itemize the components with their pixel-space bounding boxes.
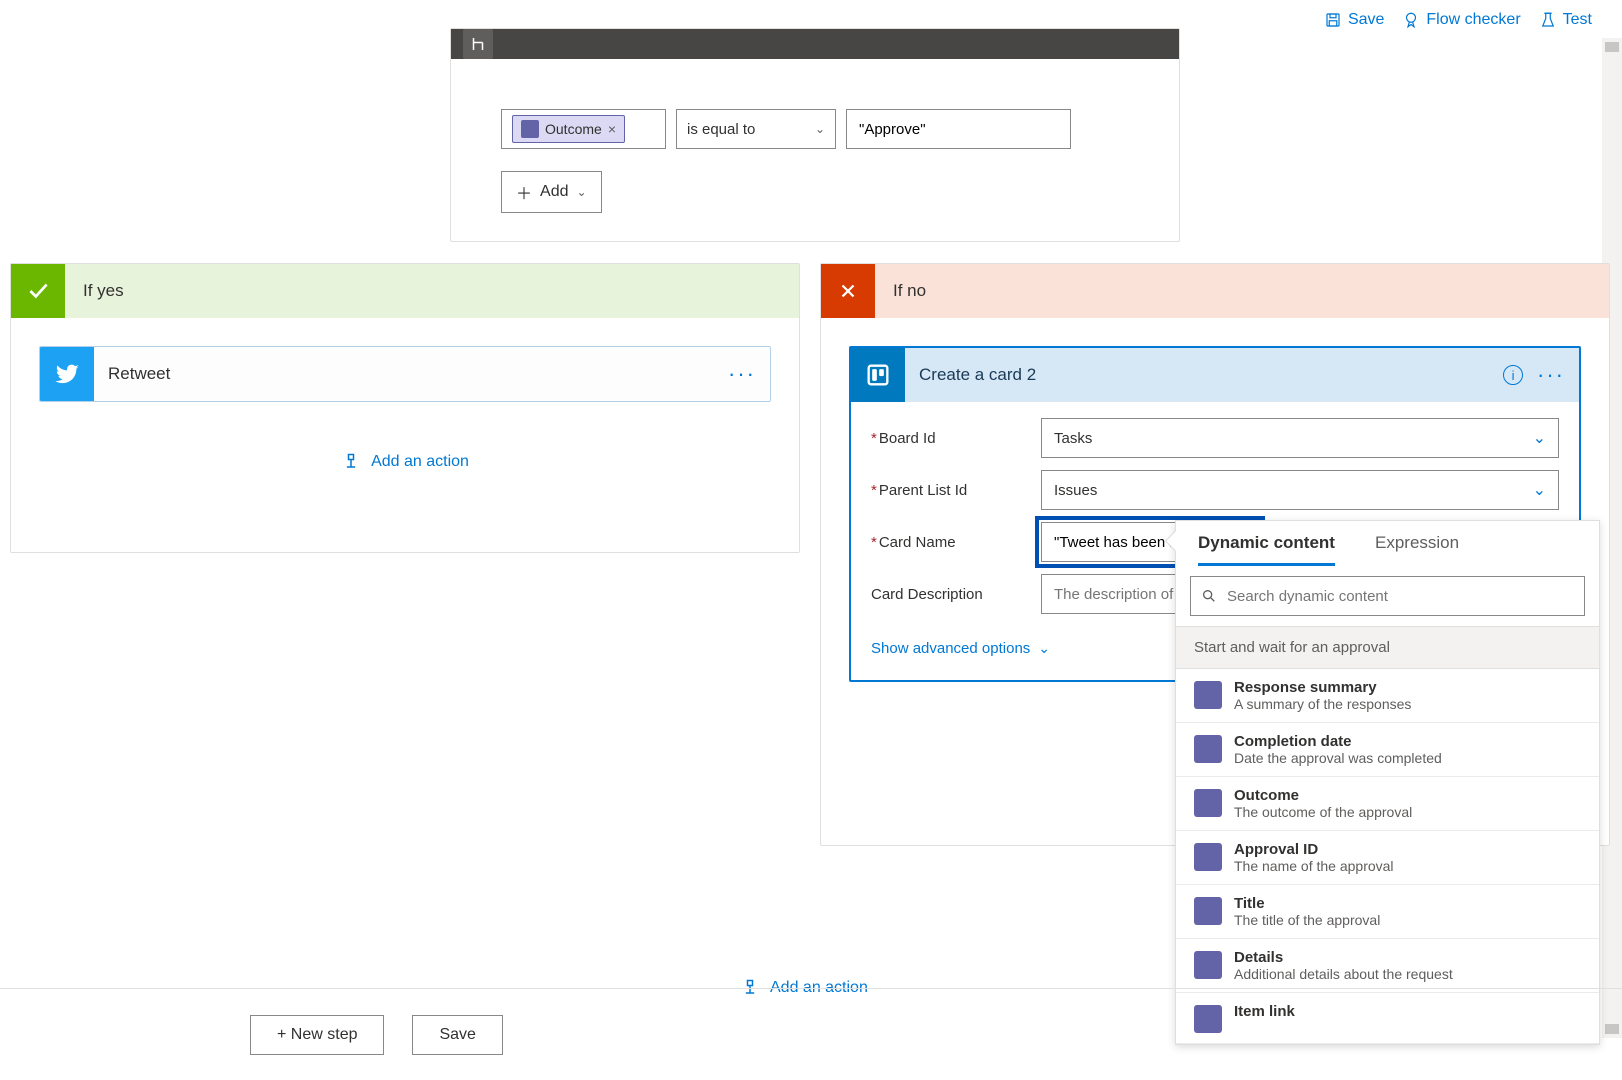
retweet-title: Retweet [108, 364, 170, 384]
condition-value-input[interactable] [846, 109, 1071, 149]
approval-icon [1194, 789, 1222, 817]
approval-icon [1194, 735, 1222, 763]
board-id-select[interactable]: Tasks ⌄ [1041, 418, 1559, 458]
create-card-title: Create a card 2 [919, 365, 1036, 385]
bottom-bar: + New step Save [0, 988, 1622, 1080]
condition-header[interactable] [451, 29, 1179, 59]
dc-item-desc: Additional details about the request [1234, 966, 1453, 982]
test-label: Test [1563, 11, 1592, 29]
token-label: Outcome [545, 121, 602, 137]
board-id-value: Tasks [1054, 430, 1092, 447]
dc-item[interactable]: Completion dateDate the approval was com… [1176, 723, 1599, 777]
top-toolbar: Save Flow checker Test [1324, 0, 1622, 40]
flow-checker-button[interactable]: Flow checker [1402, 11, 1520, 29]
retweet-action-card[interactable]: Retweet ··· [39, 346, 771, 402]
condition-row: Outcome × is equal to ⌄ [501, 109, 1129, 149]
trello-icon [851, 348, 905, 402]
plus-icon: ＋ [516, 180, 532, 204]
dc-item-title: Title [1234, 895, 1380, 912]
condition-card[interactable]: Outcome × is equal to ⌄ ＋ Add ⌄ [450, 28, 1180, 242]
add-action-label: Add an action [371, 453, 469, 471]
operator-label: is equal to [687, 121, 755, 138]
flow-checker-label: Flow checker [1426, 11, 1520, 29]
if-no-title: If no [893, 281, 926, 301]
save-button[interactable]: Save [1324, 11, 1384, 29]
approval-icon [521, 120, 539, 138]
add-label: Add [540, 183, 568, 201]
dc-item[interactable]: OutcomeThe outcome of the approval [1176, 777, 1599, 831]
dc-item-desc: The title of the approval [1234, 912, 1380, 928]
dc-item-title: Details [1234, 949, 1453, 966]
action-menu-button[interactable]: ··· [728, 361, 756, 387]
outcome-token[interactable]: Outcome × [512, 115, 625, 143]
flask-icon [1539, 11, 1557, 29]
chevron-down-icon: ⌄ [815, 122, 825, 136]
approval-icon [1194, 843, 1222, 871]
twitter-icon [40, 347, 94, 401]
show-advanced-toggle[interactable]: Show advanced options ⌄ [871, 640, 1050, 657]
dc-item-desc: The outcome of the approval [1234, 804, 1412, 820]
chevron-down-icon: ⌄ [1533, 480, 1546, 500]
dc-item[interactable]: Response summaryA summary of the respons… [1176, 669, 1599, 723]
if-no-header[interactable]: If no [821, 264, 1609, 318]
condition-icon [463, 29, 493, 59]
save-icon [1324, 11, 1342, 29]
parent-list-label: *Parent List Id [871, 482, 1041, 499]
add-action-yes[interactable]: Add an action [341, 452, 469, 472]
dc-item-desc: The name of the approval [1234, 858, 1394, 874]
dynamic-content-search[interactable] [1190, 576, 1585, 616]
dc-item[interactable]: DetailsAdditional details about the requ… [1176, 939, 1599, 993]
new-step-button[interactable]: + New step [250, 1015, 384, 1055]
parent-list-value: Issues [1054, 482, 1097, 499]
remove-token-icon[interactable]: × [608, 121, 616, 137]
if-yes-title: If yes [83, 281, 124, 301]
condition-left-operand[interactable]: Outcome × [501, 109, 666, 149]
card-desc-label: Card Description [871, 586, 1041, 603]
chevron-down-icon: ⌄ [1038, 640, 1050, 657]
search-input[interactable] [1227, 588, 1574, 605]
card-name-label: *Card Name [871, 534, 1041, 551]
chevron-down-icon: ⌄ [576, 185, 586, 199]
dynamic-content-panel: Dynamic content Expression Start and wai… [1175, 520, 1600, 1045]
dc-item-title: Completion date [1234, 733, 1442, 750]
approval-icon [1194, 681, 1222, 709]
save-flow-button[interactable]: Save [412, 1015, 502, 1055]
if-yes-branch: If yes Retweet ··· Add an action [10, 263, 800, 553]
close-icon [821, 264, 875, 318]
tab-dynamic-content[interactable]: Dynamic content [1198, 533, 1335, 566]
check-icon [11, 264, 65, 318]
add-action-icon [341, 452, 361, 472]
condition-operator-select[interactable]: is equal to ⌄ [676, 109, 836, 149]
action-menu-button[interactable]: ··· [1537, 362, 1565, 388]
approval-icon [1194, 897, 1222, 925]
dc-item-title: Approval ID [1234, 841, 1394, 858]
show-advanced-label: Show advanced options [871, 640, 1030, 657]
panel-pointer [1166, 531, 1176, 551]
dc-item[interactable]: Approval IDThe name of the approval [1176, 831, 1599, 885]
tab-expression[interactable]: Expression [1375, 533, 1459, 566]
parent-list-select[interactable]: Issues ⌄ [1041, 470, 1559, 510]
dc-item-desc: A summary of the responses [1234, 696, 1411, 712]
dc-item-title: Outcome [1234, 787, 1412, 804]
if-yes-header[interactable]: If yes [11, 264, 799, 318]
info-icon[interactable]: i [1503, 365, 1523, 385]
add-condition-button[interactable]: ＋ Add ⌄ [501, 171, 602, 213]
chevron-down-icon: ⌄ [1533, 428, 1546, 448]
save-label: Save [1348, 11, 1384, 29]
dc-item-desc: Date the approval was completed [1234, 750, 1442, 766]
flow-checker-icon [1402, 11, 1420, 29]
approval-icon [1194, 951, 1222, 979]
dc-item[interactable]: TitleThe title of the approval [1176, 885, 1599, 939]
dc-group-header: Start and wait for an approval [1176, 626, 1599, 669]
test-button[interactable]: Test [1539, 11, 1592, 29]
search-icon [1201, 588, 1217, 604]
board-id-label: *Board Id [871, 430, 1041, 447]
dc-item-title: Response summary [1234, 679, 1411, 696]
